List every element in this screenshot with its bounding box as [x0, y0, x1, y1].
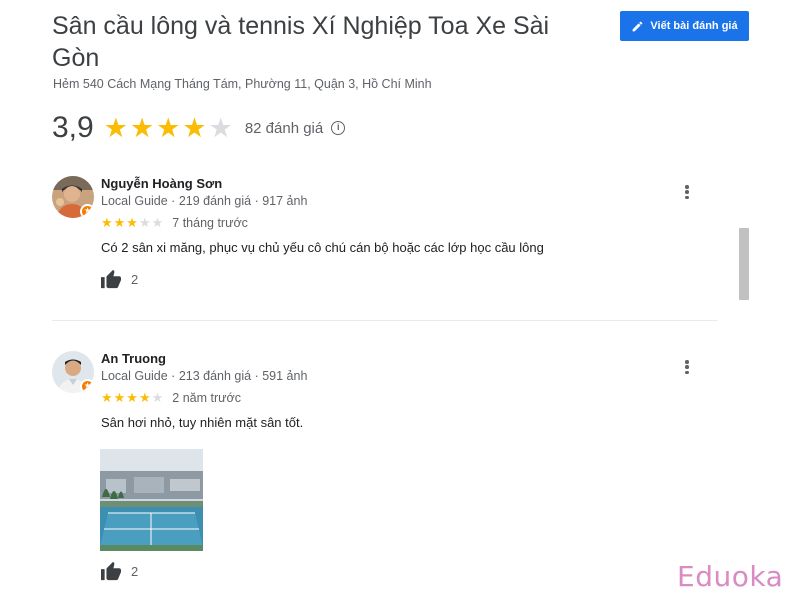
star-icon: ★★★ — [101, 215, 139, 230]
more-options-icon[interactable] — [680, 183, 694, 201]
star-empty-icon: ★ — [208, 112, 233, 143]
local-guide-badge-icon — [80, 379, 94, 393]
star-icon: ★ — [156, 112, 181, 143]
star-icon: ★ — [103, 112, 128, 143]
write-review-button[interactable]: Viết bài đánh giá — [620, 11, 749, 41]
reviewer-name[interactable]: Nguyễn Hoàng Sơn — [101, 176, 222, 191]
write-review-label: Viết bài đánh giá — [650, 20, 738, 32]
more-options-icon[interactable] — [680, 358, 694, 376]
thumbs-up-icon — [101, 269, 121, 289]
tennis-court-image — [100, 449, 203, 551]
scrollbar-thumb[interactable] — [739, 228, 749, 300]
review-date: 2 năm trước — [172, 391, 241, 405]
reviewer-stats: Local Guide · 213 đánh giá · 591 ảnh — [101, 369, 308, 383]
review-divider — [52, 320, 718, 321]
reviewer-stats: Local Guide · 219 đánh giá · 917 ảnh — [101, 194, 308, 208]
like-button[interactable]: 2 — [100, 561, 138, 581]
local-guide-badge-icon — [80, 204, 94, 218]
reviewer-name[interactable]: An Truong — [101, 351, 166, 366]
like-count: 2 — [131, 271, 139, 287]
review-stars: ★★★★★ — [101, 214, 164, 232]
watermark-logo: Eduoka — [677, 560, 784, 593]
avatar[interactable] — [52, 176, 94, 218]
review-item: Nguyễn Hoàng Sơn Local Guide · 219 đánh … — [52, 176, 732, 316]
place-address: Hẻm 540 Cách Mạng Tháng Tám, Phường 11, … — [53, 77, 432, 91]
thumbs-up-icon — [101, 561, 121, 581]
star-empty-icon: ★★ — [138, 215, 165, 230]
review-text: Sân hơi nhỏ, tuy nhiên mặt sân tốt. — [101, 415, 304, 430]
review-date: 7 tháng trước — [172, 216, 248, 230]
review-text: Có 2 sân xi măng, phục vụ chủ yếu cô chú… — [101, 240, 544, 255]
review-item: An Truong Local Guide · 213 đánh giá · 5… — [52, 351, 732, 591]
star-icon: ★★★★ — [101, 390, 152, 405]
review-stars: ★★★★★ — [101, 389, 164, 407]
avatar[interactable] — [52, 351, 94, 393]
average-rating: 3,9 — [52, 111, 94, 144]
review-count-link[interactable]: 82 đánh giá — [245, 120, 323, 137]
review-rating: ★★★★★ 2 năm trước — [101, 389, 241, 407]
info-icon[interactable]: i — [331, 121, 346, 135]
star-icon: ★ — [182, 112, 207, 143]
rating-summary: 3,9 ★ ★ ★ ★ ★ 82 đánh giá i — [52, 108, 346, 148]
pencil-icon — [633, 21, 643, 31]
like-count: 2 — [131, 563, 139, 579]
rating-stars: ★ ★ ★ ★ ★ — [103, 112, 233, 143]
place-title: Sân cầu lông và tennis Xí Nghiệp Toa Xe … — [52, 12, 550, 72]
star-icon: ★ — [129, 112, 155, 143]
like-button[interactable]: 2 — [100, 269, 138, 289]
star-empty-icon: ★ — [151, 390, 165, 405]
review-photo[interactable] — [100, 449, 203, 551]
review-rating: ★★★★★ 7 tháng trước — [101, 214, 248, 232]
